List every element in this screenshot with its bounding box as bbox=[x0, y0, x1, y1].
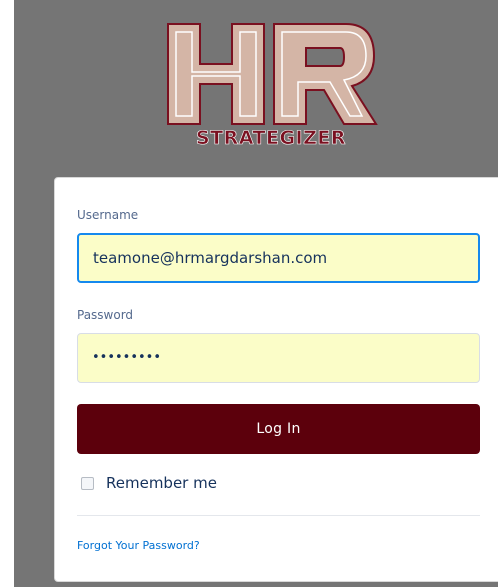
remember-me-label[interactable]: Remember me bbox=[106, 474, 217, 492]
hr-strategizer-logo: STRATEGIZER bbox=[167, 23, 378, 149]
login-card: Username teamone@hrmargdarshan.com Passw… bbox=[54, 177, 498, 582]
divider bbox=[77, 515, 480, 516]
logo-letter-r bbox=[273, 23, 378, 125]
forgot-password-link[interactable]: Forgot Your Password? bbox=[77, 539, 200, 552]
remember-me-checkbox[interactable] bbox=[81, 476, 94, 490]
remember-me-row[interactable]: Remember me bbox=[81, 474, 217, 492]
login-button[interactable]: Log In bbox=[77, 404, 480, 454]
logo-tagline: STRATEGIZER bbox=[196, 127, 346, 149]
logo-letter-h bbox=[167, 23, 265, 125]
password-input[interactable]: ••••••••• bbox=[77, 333, 480, 383]
username-input[interactable]: teamone@hrmargdarshan.com bbox=[77, 233, 480, 283]
login-background: STRATEGIZER Username teamone@hrmargdarsh… bbox=[14, 0, 498, 587]
username-label: Username bbox=[77, 208, 139, 222]
password-label: Password bbox=[77, 308, 134, 322]
